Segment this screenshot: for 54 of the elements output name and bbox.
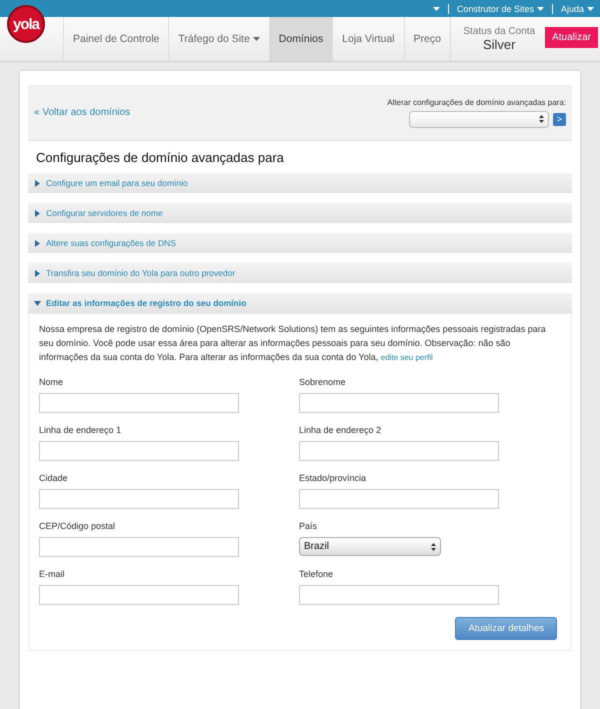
- accordion-header[interactable]: Transfira seu domínio do Yola para outro provedor: [28, 263, 572, 283]
- field-label: Cidade: [39, 473, 69, 483]
- caret-icon: [252, 37, 260, 41]
- country-select[interactable]: Brazil: [299, 537, 441, 556]
- nav-tab[interactable]: Preço: [404, 17, 451, 61]
- yola-logo[interactable]: yola: [7, 5, 45, 43]
- switcher-label: Alterar configurações de domínio avançadas para:: [387, 98, 566, 106]
- nav-tab[interactable]: Painel de Controle: [63, 17, 168, 61]
- triangle-icon: [34, 210, 41, 216]
- nav-tab[interactable]: Loja Virtual: [332, 17, 404, 61]
- account-status-label: Status da Conta: [463, 26, 536, 37]
- intro-paragraph: Nossa empresa de registro de domínio (OpenSRS/Network Solutions) tem as seguintes informações pessoais registradas para seu domínio. Você pode usar essa área para alterar as informações pessoais para seu domínio. Observação: não são informações da sua conta do Yola. Para alterar as informações da sua conta do Yola, edite seu perfil: [39, 323, 547, 364]
- field-label: Telefone: [299, 569, 334, 579]
- updown-icon: [431, 542, 436, 550]
- field-label: CEP/Código postal: [39, 521, 116, 531]
- field-label: Sobrenome: [299, 377, 347, 387]
- input-field[interactable]: [299, 441, 499, 461]
- accordion-header[interactable]: Configure um email para seu domínio: [28, 173, 572, 193]
- back-link[interactable]: « Voltar aos domínios: [34, 107, 130, 118]
- caret-icon: [536, 6, 544, 10]
- triangle-icon: [34, 240, 41, 246]
- domain-select[interactable]: [409, 110, 549, 128]
- input-field[interactable]: [39, 441, 239, 461]
- caret-icon: [587, 6, 594, 10]
- edit-profile-link[interactable]: edite seu perfil: [380, 353, 433, 362]
- input-field[interactable]: [299, 393, 499, 413]
- top-menu-link[interactable]: Construtor de Sites: [456, 4, 544, 14]
- field-label: País: [299, 521, 318, 531]
- account-plan: Silver: [482, 37, 516, 52]
- input-field[interactable]: [39, 537, 239, 557]
- field-label: Linha de endereço 2: [299, 425, 382, 435]
- input-field[interactable]: [299, 489, 499, 509]
- field-label: Estado/província: [299, 473, 368, 483]
- input-field[interactable]: [299, 585, 499, 605]
- triangle-icon: [34, 180, 41, 186]
- input-field[interactable]: [39, 393, 239, 413]
- triangle-icon: [34, 300, 41, 306]
- input-field[interactable]: [39, 585, 239, 605]
- top-menu-link[interactable]: Ajuda: [560, 4, 594, 14]
- accordion-header[interactable]: Editar as informações de registro do seu domínio: [28, 293, 572, 313]
- caret-icon[interactable]: [432, 6, 440, 10]
- upgrade-button[interactable]: Atualizar: [545, 26, 598, 48]
- accordion-header[interactable]: Configurar servidores de nome: [28, 203, 572, 223]
- input-field[interactable]: [39, 489, 239, 509]
- field-label: Linha de endereço 1: [39, 425, 122, 435]
- field-label: Nome: [39, 377, 64, 387]
- page-title: Configurações de domínio avançadas para: [35, 149, 285, 167]
- update-details-button[interactable]: Atualizar detalhes: [455, 617, 557, 640]
- field-label: E-mail: [39, 569, 66, 579]
- triangle-icon: [34, 270, 41, 276]
- go-button[interactable]: >: [553, 112, 566, 126]
- accordion-header[interactable]: Altere suas configurações de DNS: [28, 233, 572, 253]
- updown-icon: [539, 115, 544, 123]
- nav-tab[interactable]: Domínios: [268, 17, 332, 61]
